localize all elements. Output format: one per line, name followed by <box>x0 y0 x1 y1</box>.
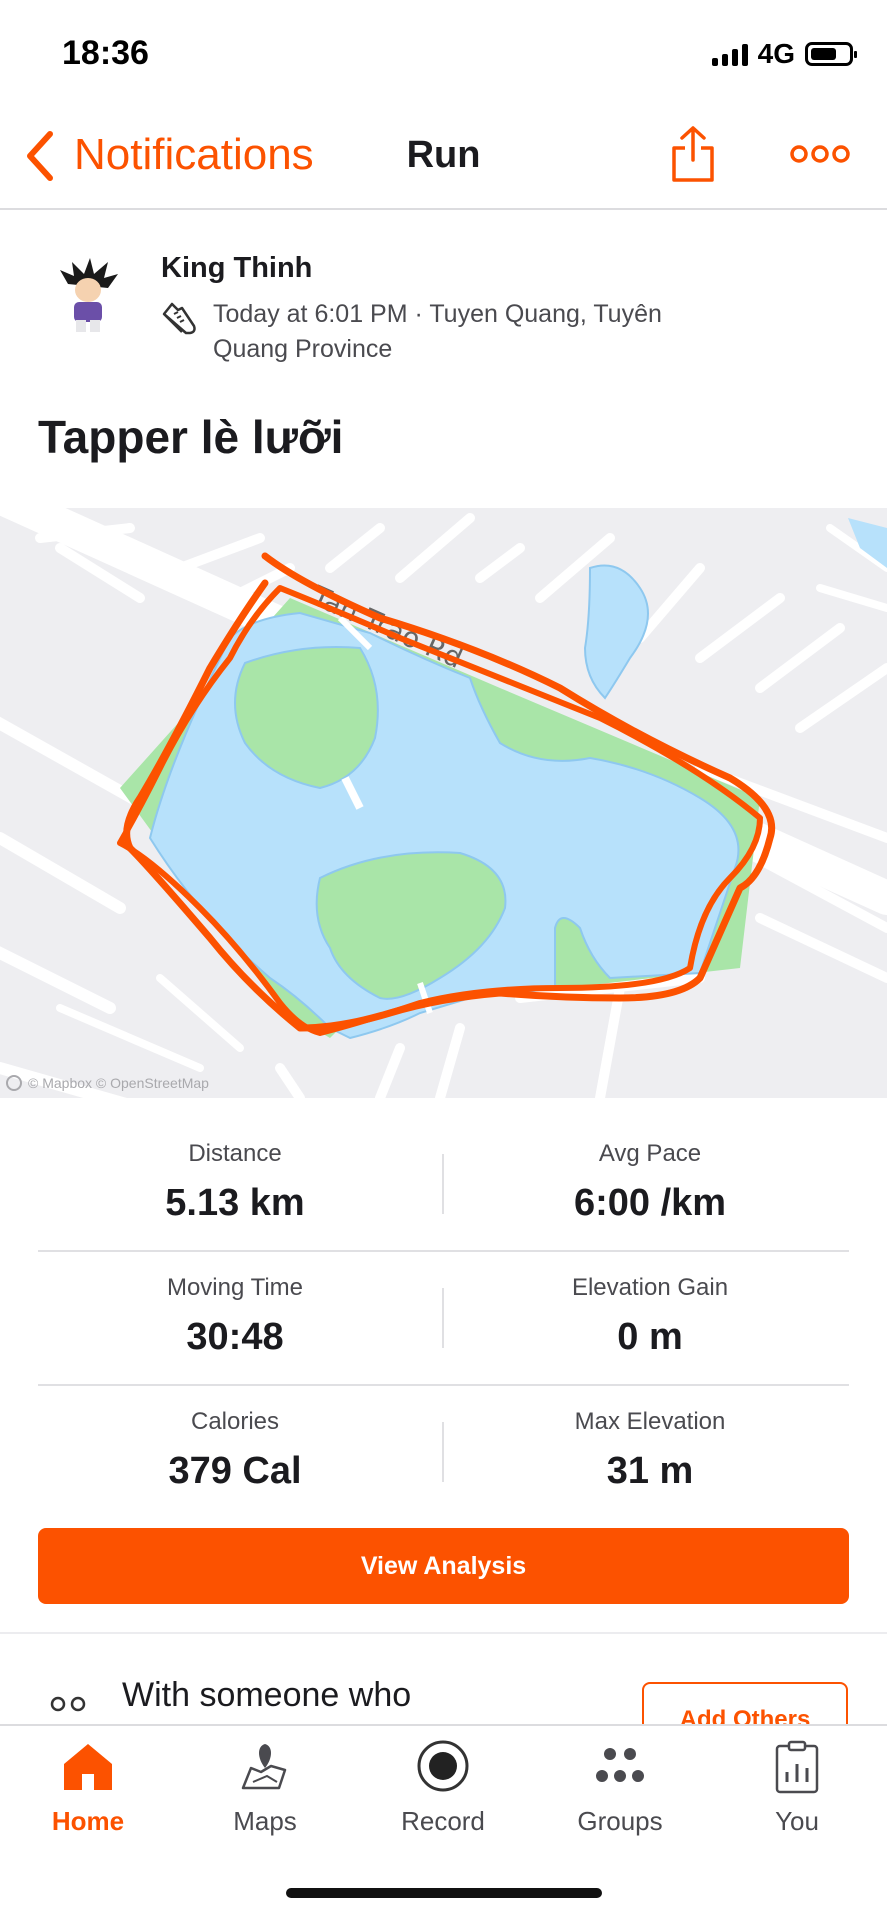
mapbox-logo-icon <box>6 1075 22 1091</box>
status-indicators: 4G <box>711 38 857 70</box>
view-analysis-button[interactable]: View Analysis <box>38 1528 849 1604</box>
people-icon <box>44 1696 92 1726</box>
stat-moving-time: Moving Time 30:48 <box>166 1274 304 1358</box>
map-attribution[interactable]: © Mapbox © OpenStreetMap <box>6 1075 209 1091</box>
tab-maps[interactable]: Maps <box>195 1738 335 1837</box>
home-icon <box>60 1738 116 1794</box>
stat-separator <box>442 1154 444 1214</box>
share-icon[interactable] <box>670 124 716 184</box>
home-indicator <box>286 1888 602 1898</box>
tab-record[interactable]: Record <box>373 1738 513 1837</box>
groups-icon <box>592 1738 648 1794</box>
record-icon <box>415 1738 471 1794</box>
stats-row-divider <box>38 1384 849 1386</box>
avatar[interactable] <box>52 256 124 338</box>
stat-avg-pace: Avg Pace 6:00 /km <box>573 1140 727 1224</box>
section-divider <box>0 1632 887 1634</box>
with-others-prompt: With someone who <box>122 1676 412 1714</box>
more-options-icon[interactable] <box>790 142 850 166</box>
stat-separator <box>442 1422 444 1482</box>
tab-you[interactable]: You <box>727 1738 867 1837</box>
stats-row-divider <box>38 1250 849 1252</box>
header-divider <box>0 208 887 210</box>
you-icon <box>769 1738 825 1794</box>
activity-meta: Today at 6:01 PM · Tuyen Quang, Tuyên Qu… <box>213 300 662 363</box>
stat-separator <box>442 1288 444 1348</box>
tab-groups[interactable]: Groups <box>550 1738 690 1837</box>
status-time: 18:36 <box>62 34 149 72</box>
tab-home[interactable]: Home <box>18 1738 158 1837</box>
athlete-name[interactable]: King Thinh <box>161 252 312 285</box>
maps-icon <box>237 1738 293 1794</box>
stat-max-elevation: Max Elevation 31 m <box>574 1408 726 1492</box>
shoe-icon <box>160 300 198 338</box>
signal-icon <box>711 42 748 66</box>
stat-elevation-gain: Elevation Gain 0 m <box>571 1274 729 1358</box>
stat-calories: Calories 379 Cal <box>168 1408 302 1492</box>
route-map[interactable]: Tan Trao Rd <box>0 508 887 1098</box>
page-title: Run <box>406 134 481 176</box>
battery-icon <box>805 42 857 66</box>
stat-distance: Distance 5.13 km <box>165 1140 305 1224</box>
network-type: 4G <box>757 38 795 69</box>
activity-title: Tapper lè lưỡi <box>38 411 344 463</box>
